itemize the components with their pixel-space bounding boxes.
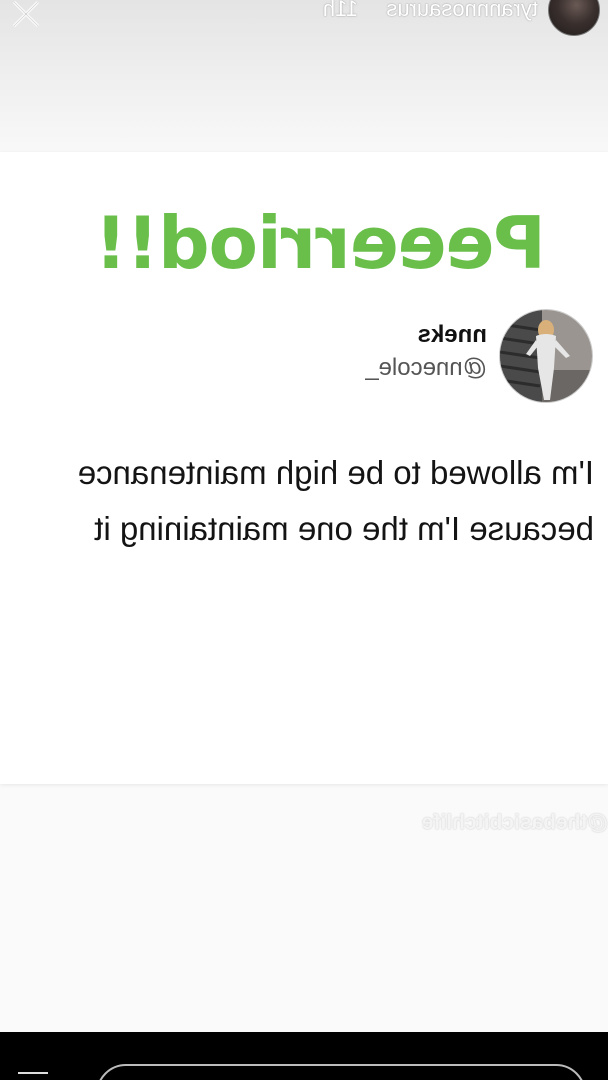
tweet-text-line: because I'm the one maintaining it	[94, 510, 594, 547]
story-timestamp: 11h	[322, 0, 358, 21]
tweet-text-line: I'm allowed to be high maintenance	[77, 454, 594, 491]
tweet-text: I'm allowed to be high maintenance becau…	[14, 445, 594, 557]
tweet-author-name: nneks	[417, 321, 487, 348]
tweet-author-handle: @nnecole_	[365, 354, 487, 381]
story-avatar[interactable]	[548, 0, 600, 36]
tweet-avatar	[499, 309, 593, 403]
story-username[interactable]: tyrannnosaurus	[386, 0, 538, 22]
reply-input[interactable]	[96, 1064, 586, 1080]
post-headline: Peeerriod!!	[95, 201, 546, 285]
close-button[interactable]	[6, 0, 46, 34]
close-icon	[12, 0, 40, 28]
watermark: @thebasicbitchlife	[421, 811, 608, 834]
story-screen: tyrannnosaurus 11h Peeerriod!! nneks @nn…	[0, 0, 608, 1080]
send-icon[interactable]	[18, 1072, 48, 1080]
